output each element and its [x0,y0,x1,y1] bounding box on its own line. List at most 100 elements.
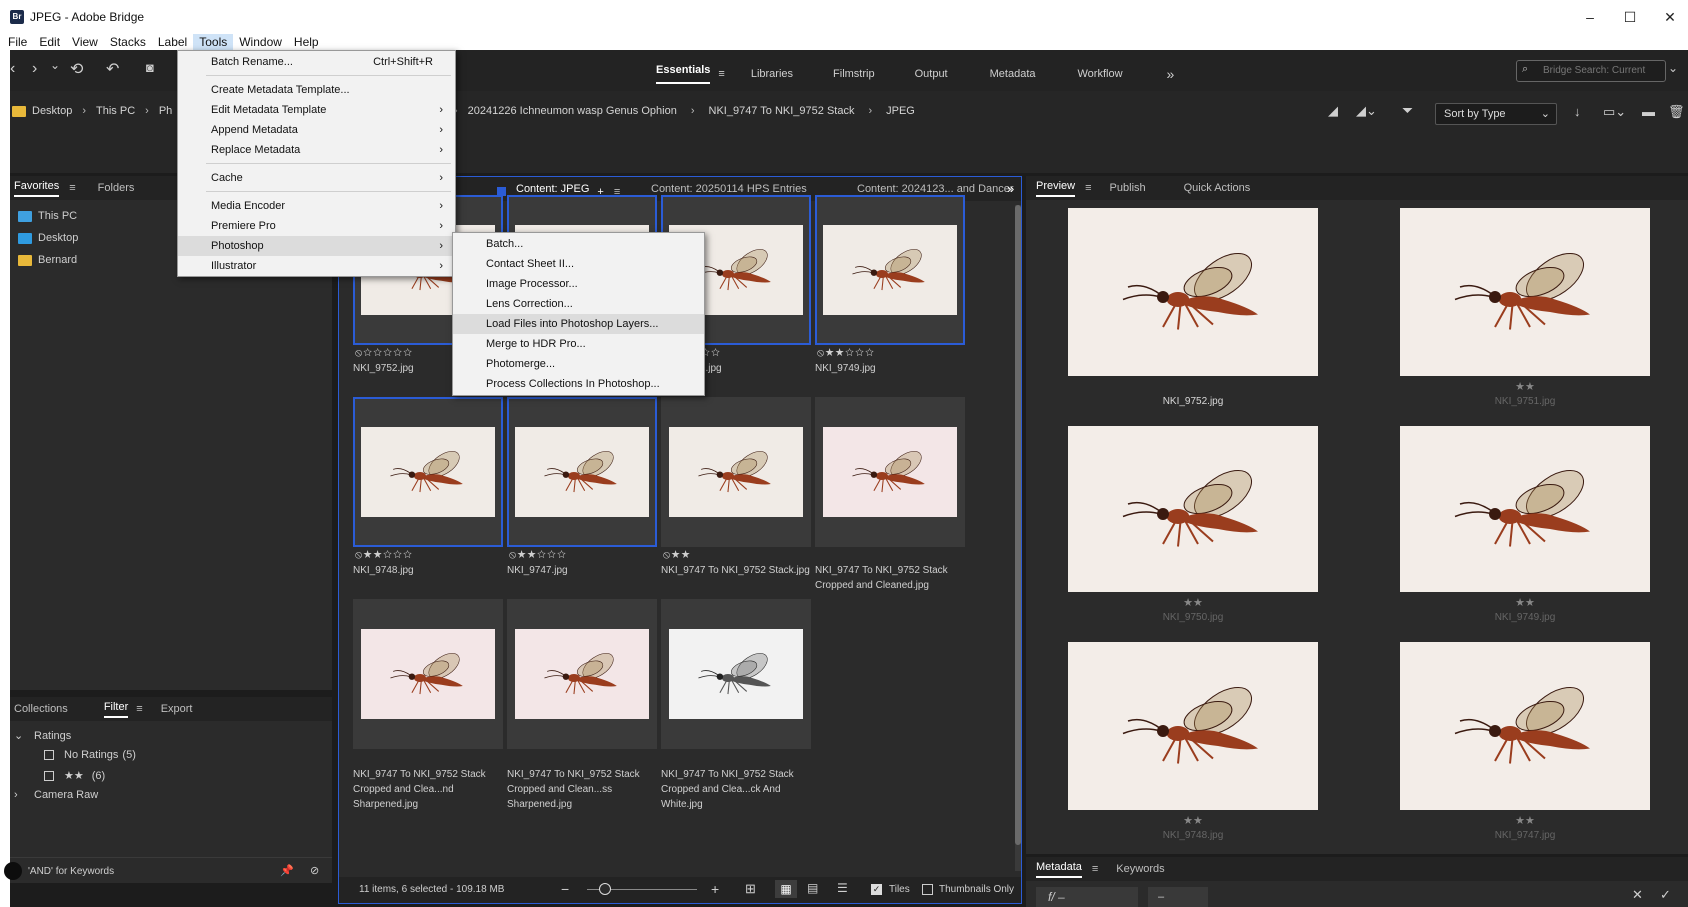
workspace-output[interactable]: Output [915,68,948,80]
thumbnail-item[interactable] [815,397,965,547]
tab-content-dancer[interactable]: Content: 2024123... and Dancer [857,183,1014,195]
menu-item-create-metadata-template[interactable]: Create Metadata Template... [178,80,455,100]
menu-item-batch-rename[interactable]: Batch Rename... Ctrl+Shift+R [178,52,455,72]
details-view-icon[interactable]: ▤ [807,881,818,895]
new-folder-icon[interactable]: ▬ [1642,104,1655,119]
menu-item-append-metadata[interactable]: Append Metadata › [178,120,455,140]
menu-edit[interactable]: Edit [33,34,66,50]
recent-history-icon[interactable]: ⟲ [70,59,83,79]
tab-export[interactable]: Export [161,703,193,715]
menu-label[interactable]: Label [152,34,193,50]
menu-item-replace-metadata[interactable]: Replace Metadata › [178,140,455,160]
panel-menu-icon[interactable]: ≡ [1085,182,1091,194]
tab-metadata[interactable]: Metadata [1036,861,1082,878]
submenu-photomerge[interactable]: Photomerge... [453,354,704,374]
thumbnail-item[interactable] [661,599,811,749]
pin-icon[interactable]: 📌 [280,864,294,877]
apply-icon[interactable]: ✓ [1660,887,1671,903]
tab-collections[interactable]: Collections [14,703,68,715]
breadcrumb-jpeg[interactable]: JPEG [886,105,915,117]
rating-stars[interactable]: ⦸★★☆☆☆ [509,549,567,562]
workspace-essentials[interactable]: Essentials [656,64,711,84]
preview-image[interactable] [1068,642,1318,810]
breadcrumb-desktop[interactable]: Desktop [32,105,72,117]
delete-icon[interactable]: 🗑 [1668,104,1685,120]
preview-image[interactable] [1068,426,1318,592]
ratings-group[interactable]: ⌄ Ratings [14,729,71,743]
favorite-bernard[interactable]: Bernard [18,254,77,266]
preview-image[interactable] [1068,208,1318,376]
menu-file[interactable]: File [0,34,33,50]
workspace-filmstrip[interactable]: Filmstrip [833,68,875,80]
return-icon[interactable]: ↶ [106,59,119,79]
thumbnail-item[interactable] [353,599,503,749]
submenu-lens-correction[interactable]: Lens Correction... [453,294,704,314]
tab-keywords[interactable]: Keywords [1116,863,1164,875]
submenu-merge-to-hdr[interactable]: Merge to HDR Pro... [453,334,704,354]
menu-window[interactable]: Window [233,34,288,50]
forward-icon[interactable]: › [32,60,37,78]
submenu-contact-sheet[interactable]: Contact Sheet II... [453,254,704,274]
thumbnail-item[interactable] [661,397,811,547]
tab-content-hps[interactable]: Content: 20250114 HPS Entries [651,183,807,195]
panel-menu-icon[interactable]: ≡ [69,182,75,194]
workspace-workflow[interactable]: Workflow [1078,68,1123,80]
checkbox[interactable] [44,750,54,760]
tab-filter[interactable]: Filter [103,701,129,718]
tab-favorites[interactable]: Favorites [14,180,60,197]
sort-select[interactable]: Sort by Type ⌄ [1435,103,1557,125]
thumbnail-item[interactable] [815,195,965,345]
breadcrumb-wasp-folder[interactable]: 20241226 Ichneumon wasp Genus Ophion [468,105,677,117]
breadcrumb-this-pc[interactable]: This PC [96,105,135,117]
grid-lock-icon[interactable]: ⊞ [745,881,756,897]
tab-folders[interactable]: Folders [98,182,135,194]
tab-quick-actions[interactable]: Quick Actions [1184,182,1251,194]
thumbnail-item[interactable] [507,397,657,547]
breadcrumb-stack-folder[interactable]: NKI_9747 To NKI_9752 Stack [709,105,855,117]
submenu-process-collections[interactable]: Process Collections In Photoshop... [453,374,704,394]
zoom-out-button[interactable]: − [561,881,569,897]
tab-publish[interactable]: Publish [1110,182,1146,194]
menu-item-edit-metadata-template[interactable]: Edit Metadata Template › [178,100,455,120]
submenu-image-processor[interactable]: Image Processor... [453,274,704,294]
minimize-button[interactable]: – [1572,6,1608,28]
camera-raw-group[interactable]: › Camera Raw [14,789,98,801]
tiles-checkbox[interactable]: ✓ [871,884,882,895]
zoom-in-button[interactable]: + [711,881,719,897]
workspace-libraries[interactable]: Libraries [751,68,793,80]
submenu-batch[interactable]: Batch... [453,234,704,254]
camera-import-icon[interactable]: ◙ [146,60,154,75]
close-icon[interactable]: ✕ [1632,887,1643,903]
menu-help[interactable]: Help [288,34,325,50]
thumbnail-item[interactable] [353,397,503,547]
menu-item-cache[interactable]: Cache › [178,168,455,188]
menu-item-premiere-pro[interactable]: Premiere Pro › [178,216,455,236]
menu-view[interactable]: View [66,34,104,50]
quality-filter-icon[interactable]: ◢⌄ [1356,103,1377,119]
back-icon[interactable]: ‹ [10,60,15,78]
submenu-load-files-into-layers[interactable]: Load Files into Photoshop Layers... [453,314,704,334]
sort-direction-icon[interactable]: ↓ [1574,104,1581,119]
menu-item-media-encoder[interactable]: Media Encoder › [178,196,455,216]
thumbnail-item[interactable] [507,599,657,749]
favorite-desktop[interactable]: Desktop [18,232,78,244]
thumbnails-view-icon[interactable]: ▦ [775,880,797,898]
filter-two-stars[interactable]: ★★ (6) [44,769,105,782]
workspace-menu-icon[interactable]: ≡ [718,68,724,80]
favorite-this-pc[interactable]: This PC [18,210,77,222]
panel-menu-icon[interactable]: ≡ [1092,863,1098,875]
close-button[interactable]: ✕ [1652,6,1688,28]
preview-image[interactable] [1400,426,1650,592]
workspace-metadata[interactable]: Metadata [990,68,1036,80]
search-input[interactable]: Bridge Search: Current [1516,60,1666,82]
scrollbar-thumb[interactable] [1015,205,1021,845]
clear-filter-icon[interactable]: ⊘ [310,864,319,877]
panel-menu-icon[interactable]: ≡ [136,703,142,715]
filter-items-icon[interactable]: ⏷ [1402,102,1413,119]
zoom-slider-handle[interactable] [599,883,611,895]
breadcrumb-pictures[interactable]: Ph [159,105,172,117]
chevron-down-icon[interactable]: ⌄ [50,58,60,72]
workspace-more-icon[interactable]: » [1167,66,1175,82]
menu-tools[interactable]: Tools [193,34,234,50]
rating-stars[interactable]: ⦸★★☆☆☆ [817,347,875,360]
